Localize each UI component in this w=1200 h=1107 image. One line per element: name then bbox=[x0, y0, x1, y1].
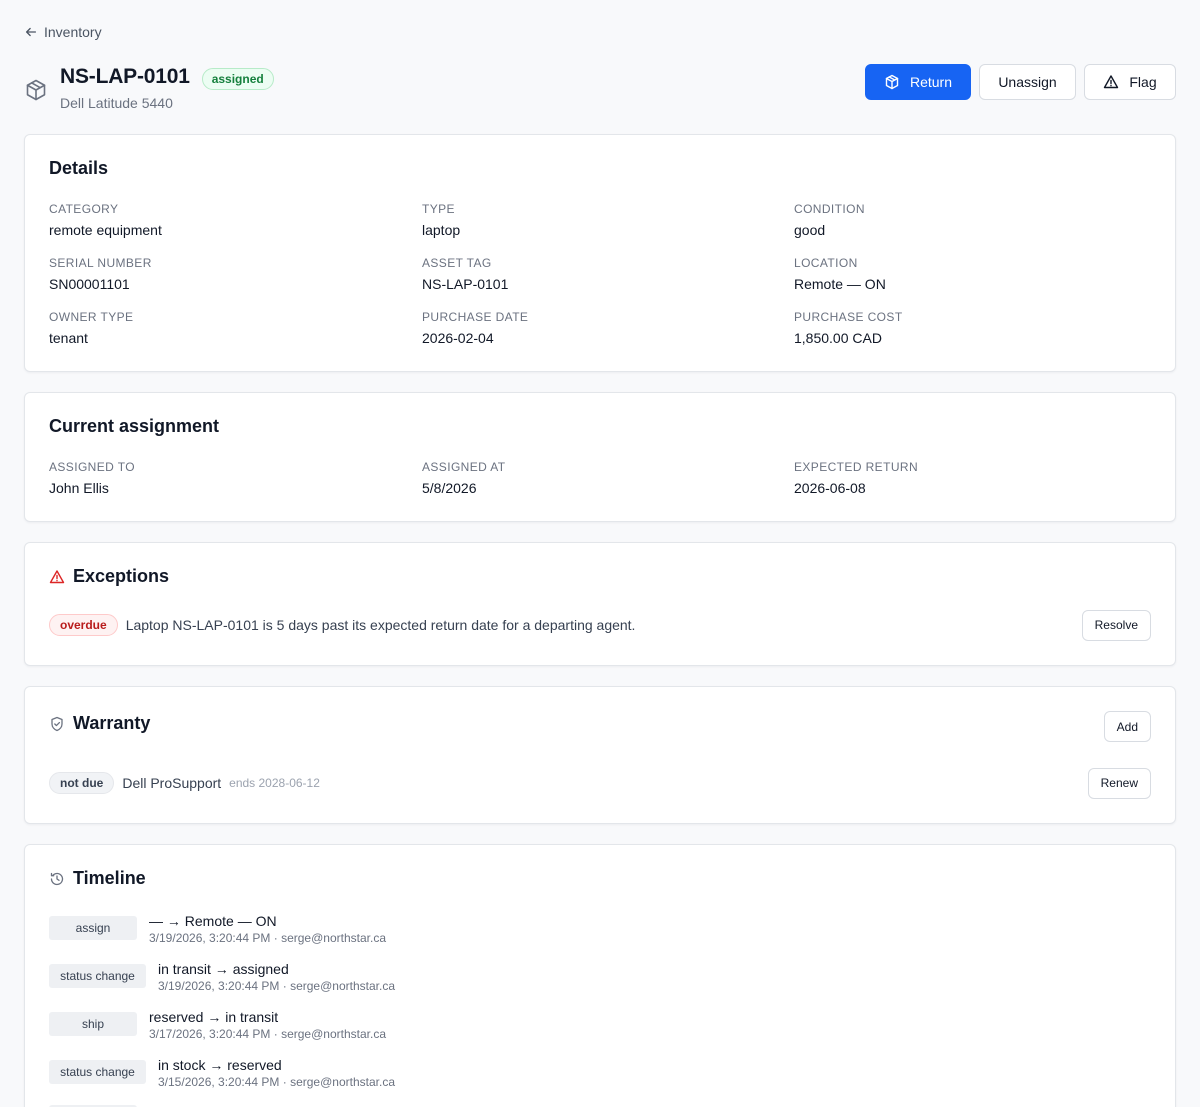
field-value: 5/8/2026 bbox=[422, 480, 477, 496]
return-button[interactable]: Return bbox=[865, 64, 971, 100]
unassign-button-label: Unassign bbox=[998, 74, 1057, 90]
field-type: TYPE laptop bbox=[422, 202, 460, 238]
timeline-change: in stock → reserved bbox=[158, 1057, 282, 1073]
assignment-title: Current assignment bbox=[49, 416, 219, 437]
timeline-event-tag: status change bbox=[49, 964, 146, 988]
field-value: John Ellis bbox=[49, 480, 109, 496]
field-value: laptop bbox=[422, 222, 461, 238]
unassign-button[interactable]: Unassign bbox=[979, 64, 1076, 100]
asset-model: Dell Latitude 5440 bbox=[60, 95, 173, 111]
field-value: 2026-02-04 bbox=[422, 330, 494, 346]
package-icon bbox=[24, 78, 48, 102]
field-label: ASSET TAG bbox=[422, 256, 492, 270]
assignment-title-text: Current assignment bbox=[49, 416, 220, 436]
warning-triangle-icon bbox=[49, 569, 65, 583]
warranty-provider: Dell ProSupport bbox=[122, 775, 222, 791]
field-value: NS-LAP-0101 bbox=[422, 276, 509, 292]
timeline-item: status change in transit → assigned 3/19… bbox=[49, 961, 395, 993]
field-label: TYPE bbox=[422, 202, 455, 216]
title-row: NS-LAP-0101 assigned bbox=[60, 64, 274, 90]
field-label: PURCHASE DATE bbox=[422, 310, 529, 324]
timeline-item: ship reserved → in transit 3/17/2026, 3:… bbox=[49, 1009, 386, 1041]
add-warranty-button[interactable]: Add bbox=[1103, 711, 1151, 742]
history-icon bbox=[50, 872, 64, 885]
warranty-card: Warranty Add not due Dell ProSupport end… bbox=[24, 686, 1176, 824]
field-category: CATEGORY remote equipment bbox=[49, 202, 162, 238]
warranty-title: Warranty bbox=[49, 713, 150, 734]
field-purchase-date: PURCHASE DATE 2026-02-04 bbox=[422, 310, 528, 346]
field-purchase-cost: PURCHASE COST 1,850.00 CAD bbox=[794, 310, 903, 346]
timeline-meta: 3/19/2026, 3:20:44 PM · serge@northstar.… bbox=[158, 979, 395, 993]
asset-detail-page: Inventory NS-LAP-0101 assigned Dell Lati… bbox=[0, 0, 1200, 1107]
field-value: 1,850.00 CAD bbox=[794, 330, 882, 346]
warranty-title-text: Warranty bbox=[73, 713, 151, 733]
details-card: Details CATEGORY remote equipment TYPE l… bbox=[24, 134, 1176, 372]
field-asset-tag: ASSET TAG NS-LAP-0101 bbox=[422, 256, 508, 292]
field-label: SERIAL NUMBER bbox=[49, 256, 152, 270]
warranty-end-date: ends 2028-06-12 bbox=[229, 776, 320, 790]
timeline-title-text: Timeline bbox=[73, 868, 146, 888]
field-label: ASSIGNED TO bbox=[49, 460, 135, 474]
field-label: CONDITION bbox=[794, 202, 865, 216]
field-label: OWNER TYPE bbox=[49, 310, 134, 324]
assignment-card: Current assignment ASSIGNED TO John Elli… bbox=[24, 392, 1176, 522]
field-assigned-to: ASSIGNED TO John Ellis bbox=[49, 460, 135, 496]
field-value: Remote — ON bbox=[794, 276, 886, 292]
field-condition: CONDITION good bbox=[794, 202, 865, 238]
field-label: LOCATION bbox=[794, 256, 858, 270]
warranty-status-badge: not due bbox=[49, 772, 115, 794]
field-label: EXPECTED RETURN bbox=[794, 460, 919, 474]
flag-button[interactable]: Flag bbox=[1084, 64, 1176, 100]
field-expected-return: EXPECTED RETURN 2026-06-08 bbox=[794, 460, 918, 496]
header-actions: Return Unassign Flag bbox=[865, 64, 1176, 100]
warning-triangle-icon bbox=[1104, 75, 1119, 89]
package-icon bbox=[885, 74, 899, 90]
timeline-meta: 3/15/2026, 3:20:44 PM · serge@northstar.… bbox=[158, 1075, 395, 1089]
timeline-meta: 3/19/2026, 3:20:44 PM · serge@northstar.… bbox=[149, 931, 386, 945]
back-to-inventory-link[interactable]: Inventory bbox=[24, 24, 102, 40]
timeline-change: in transit → assigned bbox=[158, 961, 289, 977]
status-badge: assigned bbox=[201, 68, 274, 90]
field-label: ASSIGNED AT bbox=[422, 460, 506, 474]
timeline-event-tag: status change bbox=[49, 1060, 146, 1084]
field-value: remote equipment bbox=[49, 222, 162, 238]
back-link-label: Inventory bbox=[44, 24, 102, 40]
page-header: NS-LAP-0101 assigned Dell Latitude 5440 … bbox=[24, 64, 1176, 114]
timeline-card: Timeline assign — → Remote — ON 3/19/202… bbox=[24, 844, 1176, 1107]
field-location: LOCATION Remote — ON bbox=[794, 256, 886, 292]
field-owner-type: OWNER TYPE tenant bbox=[49, 310, 133, 346]
exceptions-title-text: Exceptions bbox=[73, 566, 170, 586]
shield-icon bbox=[51, 716, 63, 731]
field-value: tenant bbox=[49, 330, 88, 346]
details-title: Details bbox=[49, 158, 108, 179]
timeline-title: Timeline bbox=[49, 868, 146, 889]
field-label: PURCHASE COST bbox=[794, 310, 903, 324]
timeline-item: assign — → Remote — ON 3/19/2026, 3:20:4… bbox=[49, 913, 386, 945]
exception-text: Laptop NS-LAP-0101 is 5 days past its ex… bbox=[125, 617, 636, 633]
overdue-badge: overdue bbox=[49, 614, 118, 636]
exceptions-card: Exceptions overdue Laptop NS-LAP-0101 is… bbox=[24, 542, 1176, 666]
timeline-event-tag: ship bbox=[49, 1012, 137, 1036]
warranty-row: not due Dell ProSupport ends 2028-06-12 … bbox=[49, 767, 1151, 799]
details-title-text: Details bbox=[49, 158, 109, 178]
renew-button[interactable]: Renew bbox=[1087, 767, 1151, 799]
field-label: CATEGORY bbox=[49, 202, 119, 216]
timeline-event-tag: assign bbox=[49, 916, 137, 940]
timeline-change: — → Remote — ON bbox=[149, 913, 277, 929]
timeline-meta: 3/17/2026, 3:20:44 PM · serge@northstar.… bbox=[149, 1027, 386, 1041]
field-serial-number: SERIAL NUMBER SN00001101 bbox=[49, 256, 152, 292]
exception-row: overdue Laptop NS-LAP-0101 is 5 days pas… bbox=[49, 609, 1151, 641]
flag-button-label: Flag bbox=[1129, 74, 1157, 90]
return-button-label: Return bbox=[909, 74, 953, 90]
field-value: good bbox=[794, 222, 826, 238]
field-value: SN00001101 bbox=[49, 276, 130, 292]
field-value: 2026-06-08 bbox=[794, 480, 866, 496]
field-assigned-at: ASSIGNED AT 5/8/2026 bbox=[422, 460, 506, 496]
exceptions-title: Exceptions bbox=[49, 566, 169, 587]
page-title: NS-LAP-0101 bbox=[60, 65, 190, 88]
timeline-change: reserved → in transit bbox=[149, 1009, 279, 1025]
timeline-item: status change in stock → reserved 3/15/2… bbox=[49, 1057, 395, 1089]
resolve-button[interactable]: Resolve bbox=[1081, 609, 1151, 641]
arrow-left-icon bbox=[25, 27, 37, 37]
